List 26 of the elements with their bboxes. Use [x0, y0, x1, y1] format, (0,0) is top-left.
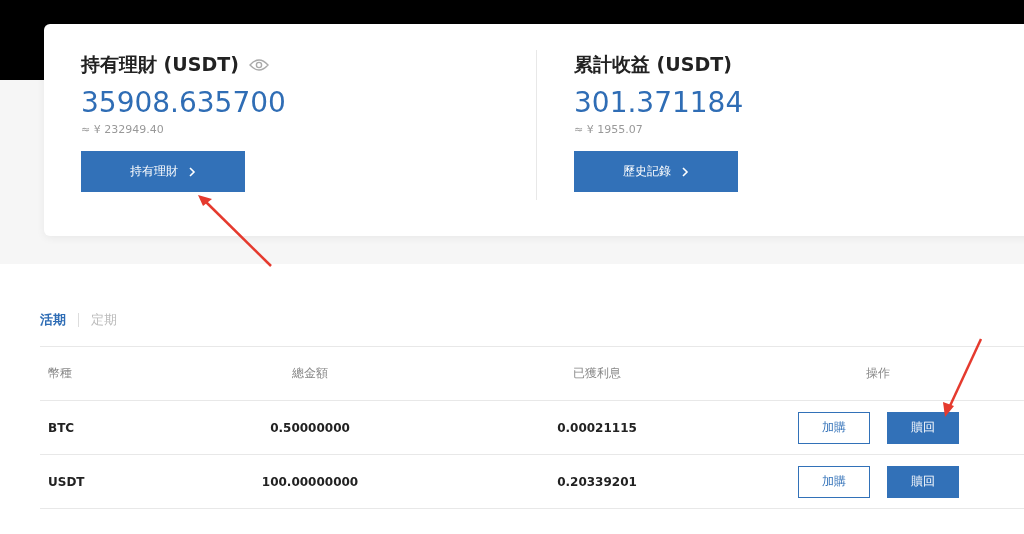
chevron-icon: [681, 166, 689, 177]
redeem-button[interactable]: 贖回: [886, 465, 959, 498]
redeem-button[interactable]: 贖回: [886, 411, 959, 444]
card-title: 持有理財 (USDT): [81, 52, 239, 77]
table-cell: 0.00021115: [557, 420, 637, 435]
card-button[interactable]: 歷史記錄: [574, 151, 738, 192]
table-cell: USDT: [48, 474, 85, 489]
amount-value: 35908.635700: [81, 86, 287, 120]
tab[interactable]: 活期: [40, 311, 66, 329]
column-header: 已獲利息: [573, 366, 621, 380]
column-header: 總金額: [292, 366, 328, 380]
table-cell: 0.20339201: [557, 474, 637, 489]
column-header: 幣種: [48, 366, 72, 380]
column-header: 操作: [866, 366, 890, 380]
approx-value: ≈ ¥ 232949.40: [81, 123, 165, 136]
table-cell: 100.00000000: [261, 474, 359, 489]
table-cell: BTC: [48, 420, 75, 435]
chevron-icon: [188, 166, 196, 177]
eye-icon[interactable]: [248, 58, 269, 72]
card-title: 累計收益 (USDT): [574, 52, 732, 77]
add-button[interactable]: 加購: [797, 465, 870, 498]
approx-value: ≈ ¥ 1955.07: [574, 123, 644, 136]
amount-value: 301.371184: [574, 86, 745, 120]
card-button[interactable]: 持有理財: [81, 151, 245, 192]
add-button[interactable]: 加購: [797, 411, 870, 444]
table-cell: 0.50000000: [270, 420, 350, 435]
